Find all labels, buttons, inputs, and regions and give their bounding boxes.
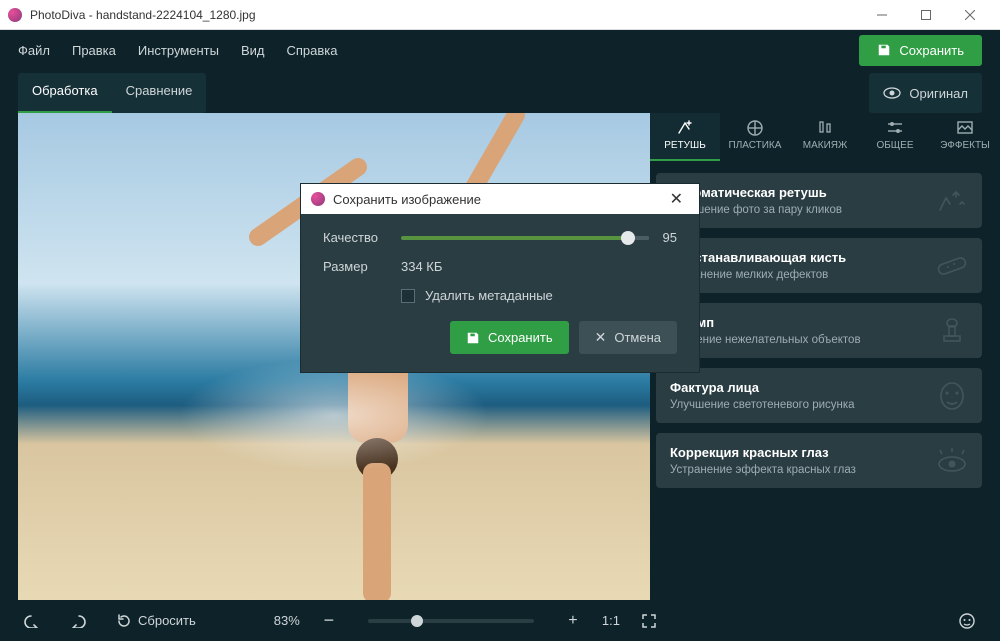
quality-label: Качество	[323, 230, 401, 245]
save-button[interactable]: Сохранить	[859, 35, 982, 66]
fit-icon	[641, 613, 657, 629]
tool-tab-effects[interactable]: ЭФФЕКТЫ	[930, 113, 1000, 161]
redo-button[interactable]	[62, 607, 92, 635]
dialog-title: Сохранить изображение	[333, 192, 481, 207]
app-logo-icon	[311, 192, 325, 206]
tool-cards-list: Автоматическая ретушь Улучшение фото за …	[650, 161, 1000, 488]
bandage-icon	[932, 249, 972, 283]
quality-slider-thumb[interactable]	[621, 231, 635, 245]
card-auto-retouch[interactable]: Автоматическая ретушь Улучшение фото за …	[656, 173, 982, 228]
undo-button[interactable]	[18, 607, 48, 635]
size-label: Размер	[323, 259, 401, 274]
quality-slider[interactable]	[401, 236, 649, 240]
menu-tools[interactable]: Инструменты	[138, 43, 219, 58]
zoom-in-button[interactable]: +	[558, 607, 588, 635]
eye-lash-icon	[932, 444, 972, 478]
card-clone-stamp[interactable]: Штамп Удаление нежелательных объектов	[656, 303, 982, 358]
dialog-cancel-button[interactable]: ✕ Отмена	[579, 321, 677, 354]
eye-icon	[883, 87, 901, 99]
menu-help[interactable]: Справка	[286, 43, 337, 58]
window-title: PhotoDiva - handstand-2224104_1280.jpg	[30, 8, 860, 22]
makeup-icon	[815, 119, 835, 137]
undo-icon	[23, 614, 43, 628]
sparkle-icon	[932, 184, 972, 218]
bottom-bar: Сбросить 83% − + 1:1	[0, 600, 1000, 641]
tab-processing[interactable]: Обработка	[18, 73, 112, 113]
right-panel: РЕТУШЬ ПЛАСТИКА МАКИЯЖ ОБЩЕЕ ЭФФЕКТЫ Авт…	[650, 113, 1000, 600]
card-face-texture[interactable]: Фактура лица Улучшение светотеневого рис…	[656, 368, 982, 423]
window-close-button[interactable]	[948, 1, 992, 29]
card-red-eye[interactable]: Коррекция красных глаз Устранение эффект…	[656, 433, 982, 488]
delete-metadata-label: Удалить метаданные	[425, 288, 553, 303]
size-value: 334 КБ	[401, 259, 442, 274]
save-image-dialog: Сохранить изображение ✕ Качество 95 Разм…	[300, 183, 700, 373]
reset-icon	[116, 613, 132, 629]
tool-tab-retouch[interactable]: РЕТУШЬ	[650, 113, 720, 161]
window-maximize-button[interactable]	[904, 1, 948, 29]
reset-button[interactable]: Сбросить	[106, 607, 206, 635]
menu-bar: Файл Правка Инструменты Вид Справка Сохр…	[0, 30, 1000, 70]
window-titlebar: PhotoDiva - handstand-2224104_1280.jpg	[0, 0, 1000, 30]
tool-tab-general[interactable]: ОБЩЕЕ	[860, 113, 930, 161]
card-healing-brush[interactable]: Восстанавливающая кисть Устранение мелки…	[656, 238, 982, 293]
face-detect-button[interactable]	[952, 607, 982, 635]
zoom-percent: 83%	[274, 613, 300, 628]
zoom-out-button[interactable]: −	[314, 607, 344, 635]
dialog-save-button[interactable]: Сохранить	[450, 321, 569, 354]
tool-tab-plastic[interactable]: ПЛАСТИКА	[720, 113, 790, 161]
redo-icon	[67, 614, 87, 628]
face-small-icon	[958, 612, 976, 630]
delete-metadata-checkbox[interactable]	[401, 289, 415, 303]
dialog-titlebar[interactable]: Сохранить изображение ✕	[301, 184, 699, 214]
tab-compare[interactable]: Сравнение	[112, 73, 207, 113]
close-icon: ✕	[595, 329, 607, 346]
view-tabs-row: Обработка Сравнение Оригинал	[18, 73, 982, 113]
zoom-slider-thumb[interactable]	[411, 615, 423, 627]
save-button-label: Сохранить	[899, 43, 964, 58]
app-logo-icon	[8, 8, 22, 22]
menu-view[interactable]: Вид	[241, 43, 265, 58]
sliders-icon	[885, 119, 905, 137]
plastic-icon	[745, 119, 765, 137]
effects-icon	[955, 119, 975, 137]
quality-value: 95	[663, 230, 677, 245]
tool-tab-makeup[interactable]: МАКИЯЖ	[790, 113, 860, 161]
save-icon	[466, 331, 480, 345]
dialog-close-button[interactable]: ✕	[664, 189, 689, 209]
fit-screen-button[interactable]	[634, 607, 664, 635]
tool-tabs: РЕТУШЬ ПЛАСТИКА МАКИЯЖ ОБЩЕЕ ЭФФЕКТЫ	[650, 113, 1000, 161]
save-icon	[877, 43, 891, 57]
window-minimize-button[interactable]	[860, 1, 904, 29]
menu-file[interactable]: Файл	[18, 43, 50, 58]
zoom-slider[interactable]	[368, 619, 534, 623]
face-icon	[932, 379, 972, 413]
original-toggle-label: Оригинал	[909, 86, 968, 101]
reset-label: Сбросить	[138, 613, 196, 628]
original-toggle-button[interactable]: Оригинал	[869, 73, 982, 113]
menu-edit[interactable]: Правка	[72, 43, 116, 58]
retouch-icon	[675, 119, 695, 137]
stamp-icon	[932, 314, 972, 348]
zoom-ratio[interactable]: 1:1	[602, 613, 620, 628]
